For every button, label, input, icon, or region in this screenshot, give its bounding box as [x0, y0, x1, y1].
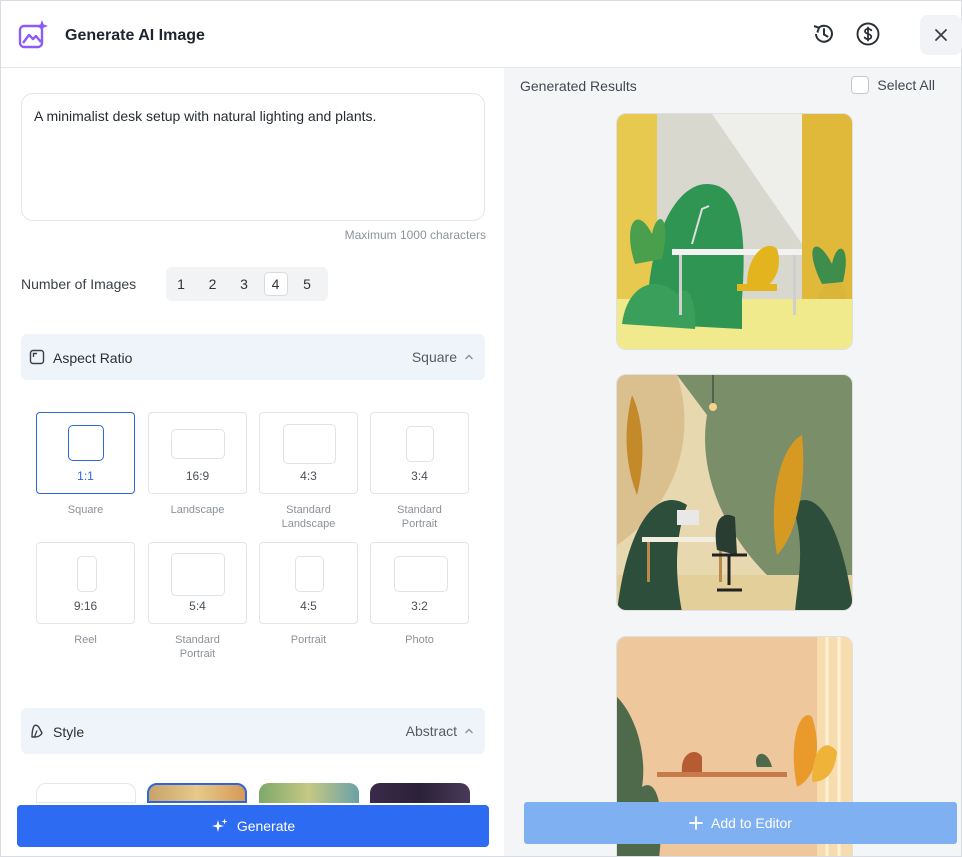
ratio-card-16-9[interactable]: 16:9 [148, 412, 247, 494]
ratio-shape [406, 426, 434, 462]
style-label: Style [53, 724, 85, 740]
add-to-editor-button[interactable]: Add to Editor [524, 802, 957, 844]
ratio-shape [394, 556, 448, 592]
results-label: Generated Results [520, 78, 637, 94]
ratio-shape [77, 556, 97, 592]
num-images-option[interactable]: 3 [232, 272, 256, 296]
ratio-name: Standard Portrait [397, 504, 442, 530]
select-all-label: Select All [877, 77, 935, 93]
generated-image-1[interactable] [616, 113, 853, 350]
num-images-option-selected[interactable]: 4 [263, 272, 288, 296]
ratio-shape [68, 425, 104, 461]
aspect-ratio-header[interactable]: Aspect Ratio Square [21, 334, 485, 380]
num-images-selector: 1 2 3 4 5 [166, 267, 328, 301]
num-images-option[interactable]: 2 [201, 272, 225, 296]
result-image-yellow-desk [617, 114, 852, 349]
generate-button-label: Generate [236, 818, 296, 834]
character-limit-hint: Maximum 1000 characters [344, 228, 486, 242]
num-images-label: Number of Images [21, 276, 137, 292]
results-panel: Generated Results Select All Add to Edit… [504, 68, 961, 856]
aspect-ratio-value: Square [411, 349, 457, 365]
ratio-value: 4:5 [300, 599, 317, 613]
header: Generate AI Image [1, 1, 962, 68]
ratio-shape [295, 556, 324, 592]
ratio-name: Photo [405, 634, 434, 646]
close-icon [935, 29, 947, 41]
num-images-option[interactable]: 1 [169, 272, 193, 296]
ratio-card-9-16[interactable]: 9:16 [36, 542, 135, 624]
style-option-thumbnail[interactable] [259, 783, 359, 803]
ratio-value: 5:4 [189, 599, 206, 613]
ratio-name: Standard Portrait [175, 634, 220, 660]
select-all-checkbox[interactable] [851, 76, 870, 94]
plus-icon [689, 816, 703, 830]
ratio-card-4-5[interactable]: 4:5 [259, 542, 358, 624]
ai-image-logo-icon [18, 20, 48, 49]
ratio-name: Portrait [290, 634, 327, 646]
ratio-shape [171, 553, 225, 596]
ratio-card-1-1[interactable]: 1:1 [36, 412, 135, 494]
ratio-value: 16:9 [185, 469, 210, 483]
ratio-value: 3:4 [411, 469, 428, 483]
brush-icon [31, 724, 43, 738]
ratio-name: Standard Landscape [281, 504, 336, 530]
ratio-value: 9:16 [73, 599, 98, 613]
ratio-card-4-3[interactable]: 4:3 [259, 412, 358, 494]
ratio-shape [171, 429, 225, 459]
style-value: Abstract [405, 723, 457, 739]
history-icon[interactable] [811, 21, 837, 47]
ratio-value: 1:1 [77, 469, 94, 483]
aspect-ratio-label: Aspect Ratio [53, 350, 133, 366]
ratio-name: Reel [74, 634, 97, 646]
style-header[interactable]: Style Abstract [21, 708, 485, 754]
style-option-thumbnail[interactable] [370, 783, 470, 803]
ratio-card-5-4[interactable]: 5:4 [148, 542, 247, 624]
ratio-name: Landscape [170, 504, 225, 516]
aspect-ratio-icon [29, 349, 45, 365]
page-title: Generate AI Image [65, 27, 205, 44]
style-option-thumbnail[interactable] [36, 783, 136, 803]
select-all-toggle[interactable]: Select All [851, 76, 935, 94]
add-to-editor-label: Add to Editor [711, 815, 792, 831]
chevron-up-icon [465, 354, 473, 360]
generated-image-2[interactable] [616, 374, 853, 611]
ratio-value: 3:2 [411, 599, 428, 613]
num-images-option[interactable]: 5 [295, 272, 319, 296]
ratio-card-3-2[interactable]: 3:2 [370, 542, 469, 624]
ratio-value: 4:3 [300, 469, 317, 483]
ratio-shape [283, 424, 336, 464]
sparkle-icon [211, 818, 228, 832]
chevron-up-icon [465, 728, 473, 734]
ratio-name: Square [67, 504, 104, 516]
generate-button[interactable]: Generate [17, 805, 489, 847]
close-button[interactable] [920, 15, 962, 55]
result-image-jungle-desk [617, 375, 852, 610]
ratio-card-3-4[interactable]: 3:4 [370, 412, 469, 494]
settings-panel: A minimalist desk setup with natural lig… [1, 68, 504, 856]
dollar-icon[interactable] [855, 21, 881, 47]
prompt-textarea[interactable]: A minimalist desk setup with natural lig… [21, 93, 485, 221]
style-option-thumbnail-selected[interactable] [147, 783, 247, 803]
